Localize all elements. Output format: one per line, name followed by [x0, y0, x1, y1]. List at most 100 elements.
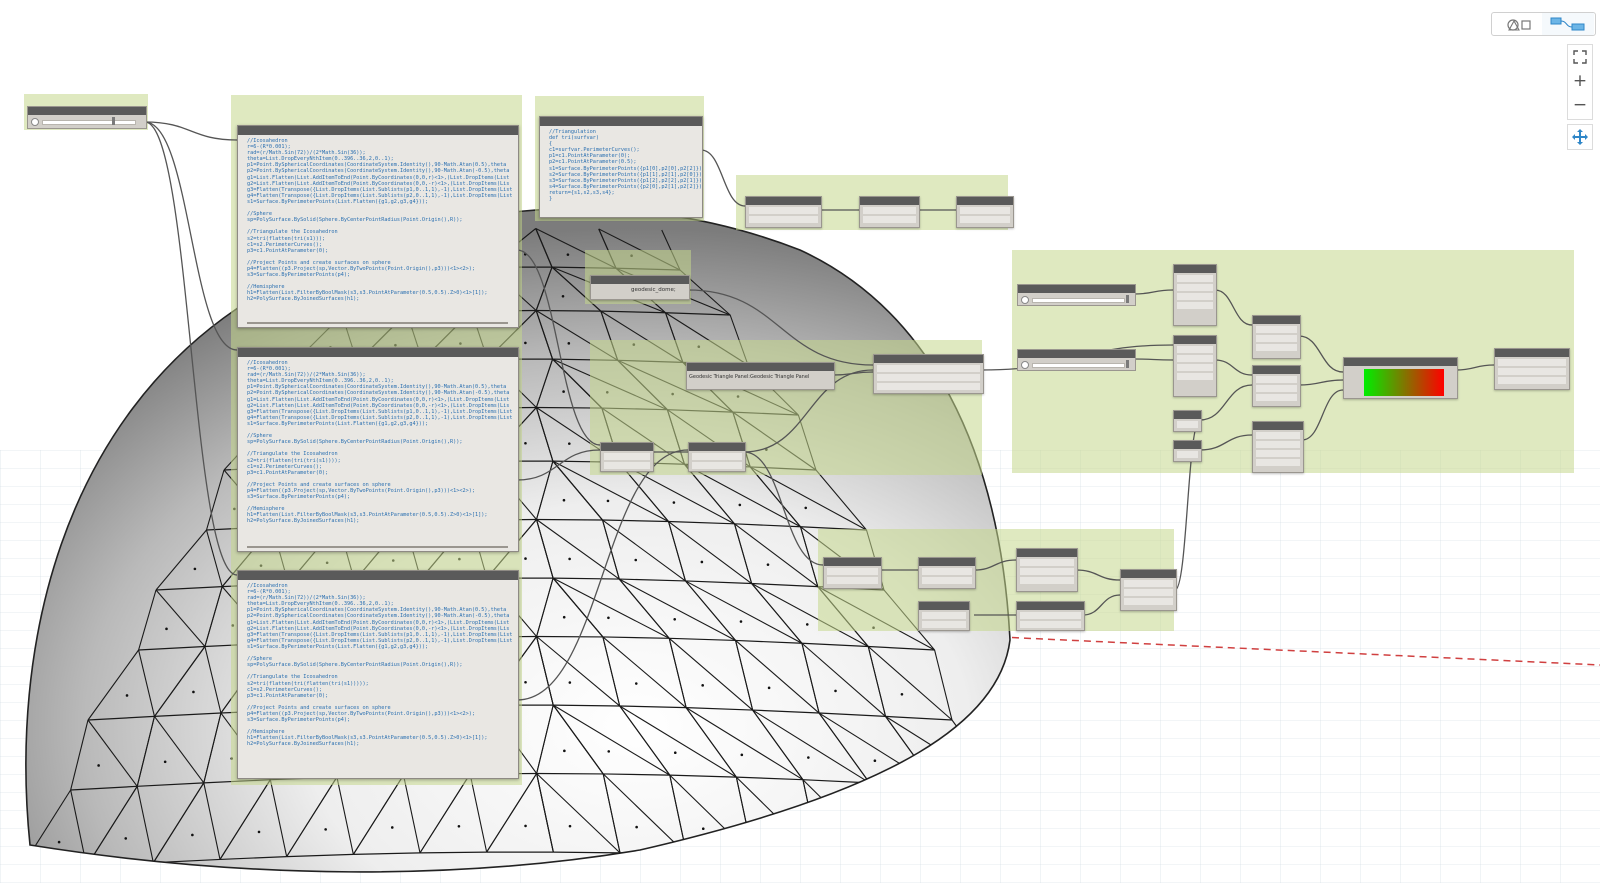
- view-toggle[interactable]: [1491, 12, 1596, 36]
- node-port-row[interactable]: [1256, 432, 1300, 439]
- node-port-row[interactable]: [1020, 559, 1074, 566]
- graph-node[interactable]: [1120, 569, 1177, 611]
- node-port-row[interactable]: [1256, 344, 1297, 351]
- node-header[interactable]: [746, 197, 821, 205]
- graph-node[interactable]: [859, 196, 920, 228]
- node-port-row[interactable]: [1177, 373, 1213, 380]
- node-header[interactable]: [238, 348, 518, 357]
- node-header[interactable]: [1017, 549, 1077, 557]
- node-port-row[interactable]: [1256, 335, 1297, 342]
- node-port-row[interactable]: [1177, 364, 1213, 371]
- slider-handle[interactable]: [112, 117, 115, 125]
- expand-icon[interactable]: [1021, 361, 1029, 369]
- graph-node[interactable]: [745, 196, 822, 228]
- node-header[interactable]: [919, 602, 969, 610]
- node-port-row[interactable]: [1256, 459, 1300, 466]
- graph-node[interactable]: [1173, 440, 1202, 462]
- node-port-row[interactable]: [1498, 368, 1566, 375]
- number-slider-b[interactable]: [1017, 349, 1136, 371]
- node-header[interactable]: [238, 126, 518, 135]
- node-port-row[interactable]: [604, 453, 650, 460]
- number-slider-a[interactable]: [1017, 284, 1136, 306]
- node-header[interactable]: [1174, 411, 1201, 419]
- graph-node[interactable]: [600, 442, 654, 472]
- node-port-row[interactable]: [1020, 577, 1074, 584]
- number-slider[interactable]: [27, 106, 147, 129]
- node-port-row[interactable]: [1124, 598, 1173, 605]
- scrollbar[interactable]: [247, 546, 508, 548]
- graph-node[interactable]: [918, 601, 970, 631]
- node-port-row[interactable]: [1177, 302, 1213, 309]
- node-port-row[interactable]: [692, 462, 742, 469]
- node-header[interactable]: [238, 571, 518, 580]
- node-port-row[interactable]: [1177, 355, 1213, 362]
- code-block-icosahedron-2[interactable]: //Icosahedron r=6-(R*0.001); rad=(r/Math…: [237, 347, 519, 552]
- graph-node[interactable]: [1252, 315, 1301, 359]
- zoom-out-button[interactable]: −: [1569, 94, 1591, 116]
- code-block-icosahedron-3[interactable]: //Icosahedron r=6-(R*0.001); rad=(r/Math…: [237, 570, 519, 779]
- node-port-row[interactable]: [1020, 568, 1074, 575]
- node-port-row[interactable]: [922, 621, 966, 628]
- node-port-row[interactable]: [749, 216, 818, 223]
- node-port-row[interactable]: [1177, 284, 1213, 291]
- zoom-to-fit-button[interactable]: [1569, 46, 1591, 68]
- expand-icon[interactable]: [31, 118, 39, 126]
- node-header[interactable]: [919, 558, 975, 566]
- family-type-value[interactable]: Geodesic Triangle Panel:Geodesic Triangl…: [689, 374, 809, 380]
- graph-node[interactable]: [1016, 601, 1085, 631]
- node-header[interactable]: [1253, 366, 1300, 374]
- dynamo-canvas[interactable]: //Icosahedron r=6-(R*0.001); rad=(r/Math…: [0, 0, 1600, 883]
- code-block-text[interactable]: //Icosahedron r=6-(R*0.001); rad=(r/Math…: [238, 580, 518, 748]
- graph-node[interactable]: [1173, 264, 1217, 326]
- node-header[interactable]: [1121, 570, 1176, 578]
- family-type-node[interactable]: Geodesic Triangle Panel:Geodesic Triangl…: [686, 362, 835, 390]
- node-header[interactable]: [540, 117, 702, 126]
- node-port-row[interactable]: [1256, 326, 1297, 333]
- node-port-row[interactable]: [1498, 359, 1566, 366]
- node-port-row[interactable]: [1498, 377, 1566, 384]
- code-block-icosahedron-1[interactable]: //Icosahedron r=6-(R*0.001); rad=(r/Math…: [237, 125, 519, 328]
- code-block-text[interactable]: //Icosahedron r=6-(R*0.001); rad=(r/Math…: [238, 135, 518, 303]
- node-header[interactable]: [874, 355, 983, 363]
- node-port-row[interactable]: [1256, 394, 1297, 401]
- graph-node[interactable]: [1016, 548, 1078, 592]
- graph-node[interactable]: [1173, 335, 1217, 397]
- string-node[interactable]: geodesic_dome;: [590, 275, 690, 300]
- node-header[interactable]: [1174, 265, 1216, 273]
- zoom-in-button[interactable]: +: [1569, 70, 1591, 92]
- node-port-row[interactable]: [827, 577, 878, 584]
- slider-handle[interactable]: [1126, 360, 1129, 368]
- scrollbar[interactable]: [247, 322, 508, 324]
- code-block-text[interactable]: //Icosahedron r=6-(R*0.001); rad=(r/Math…: [238, 357, 518, 525]
- node-header[interactable]: [1344, 358, 1457, 366]
- slider-track[interactable]: [42, 120, 136, 125]
- node-port-row[interactable]: [922, 577, 972, 584]
- node-header[interactable]: [591, 276, 689, 284]
- node-port-row[interactable]: [960, 207, 1010, 214]
- node-port-row[interactable]: [1256, 385, 1297, 392]
- node-port-row[interactable]: [1020, 612, 1081, 619]
- node-header[interactable]: [1174, 336, 1216, 344]
- node-header[interactable]: [687, 363, 834, 371]
- slider-track[interactable]: [1032, 363, 1125, 368]
- node-port-row[interactable]: [827, 568, 878, 575]
- node-header[interactable]: [1018, 285, 1135, 293]
- node-port-row[interactable]: [1124, 589, 1173, 596]
- node-port-row[interactable]: [604, 462, 650, 469]
- slider-track[interactable]: [1032, 298, 1125, 303]
- node-port-row[interactable]: [877, 365, 980, 372]
- string-node-value[interactable]: geodesic_dome;: [631, 287, 676, 293]
- graph-node[interactable]: [918, 557, 976, 589]
- node-port-row[interactable]: [1256, 376, 1297, 383]
- node-header[interactable]: [1017, 602, 1084, 610]
- node-header[interactable]: [601, 443, 653, 451]
- code-block-triangulation[interactable]: //Triangulation def tri(surfvar) { c1=su…: [539, 116, 703, 218]
- node-port-row[interactable]: [692, 453, 742, 460]
- node-header[interactable]: [957, 197, 1013, 205]
- node-port-row[interactable]: [877, 374, 980, 381]
- graph-node[interactable]: [873, 354, 984, 394]
- graph-node[interactable]: [1252, 421, 1304, 473]
- node-port-row[interactable]: [1177, 451, 1198, 458]
- node-port-row[interactable]: [1256, 441, 1300, 448]
- color-range-node[interactable]: [1343, 357, 1458, 399]
